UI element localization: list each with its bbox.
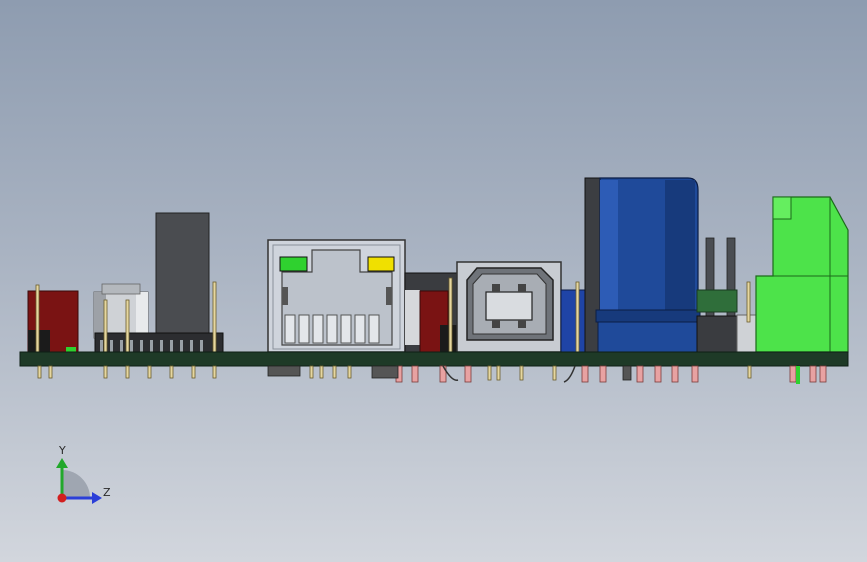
large-capacitor — [584, 177, 701, 353]
terminal-block — [755, 196, 849, 353]
triad-z-label: Z — [103, 486, 111, 499]
rj45-led-yellow — [367, 256, 395, 272]
coordinate-triad-icon: Y Z — [56, 444, 111, 504]
dark-tall-component — [155, 212, 210, 334]
triad-y-label: Y — [58, 444, 66, 457]
usb-b-connector — [456, 261, 562, 353]
ic-strip — [94, 332, 224, 354]
rj45-led-green — [279, 256, 308, 272]
pcb-board — [19, 351, 849, 367]
cad-viewport: Y Z — [19, 177, 849, 504]
rj45-connector — [267, 239, 406, 353]
